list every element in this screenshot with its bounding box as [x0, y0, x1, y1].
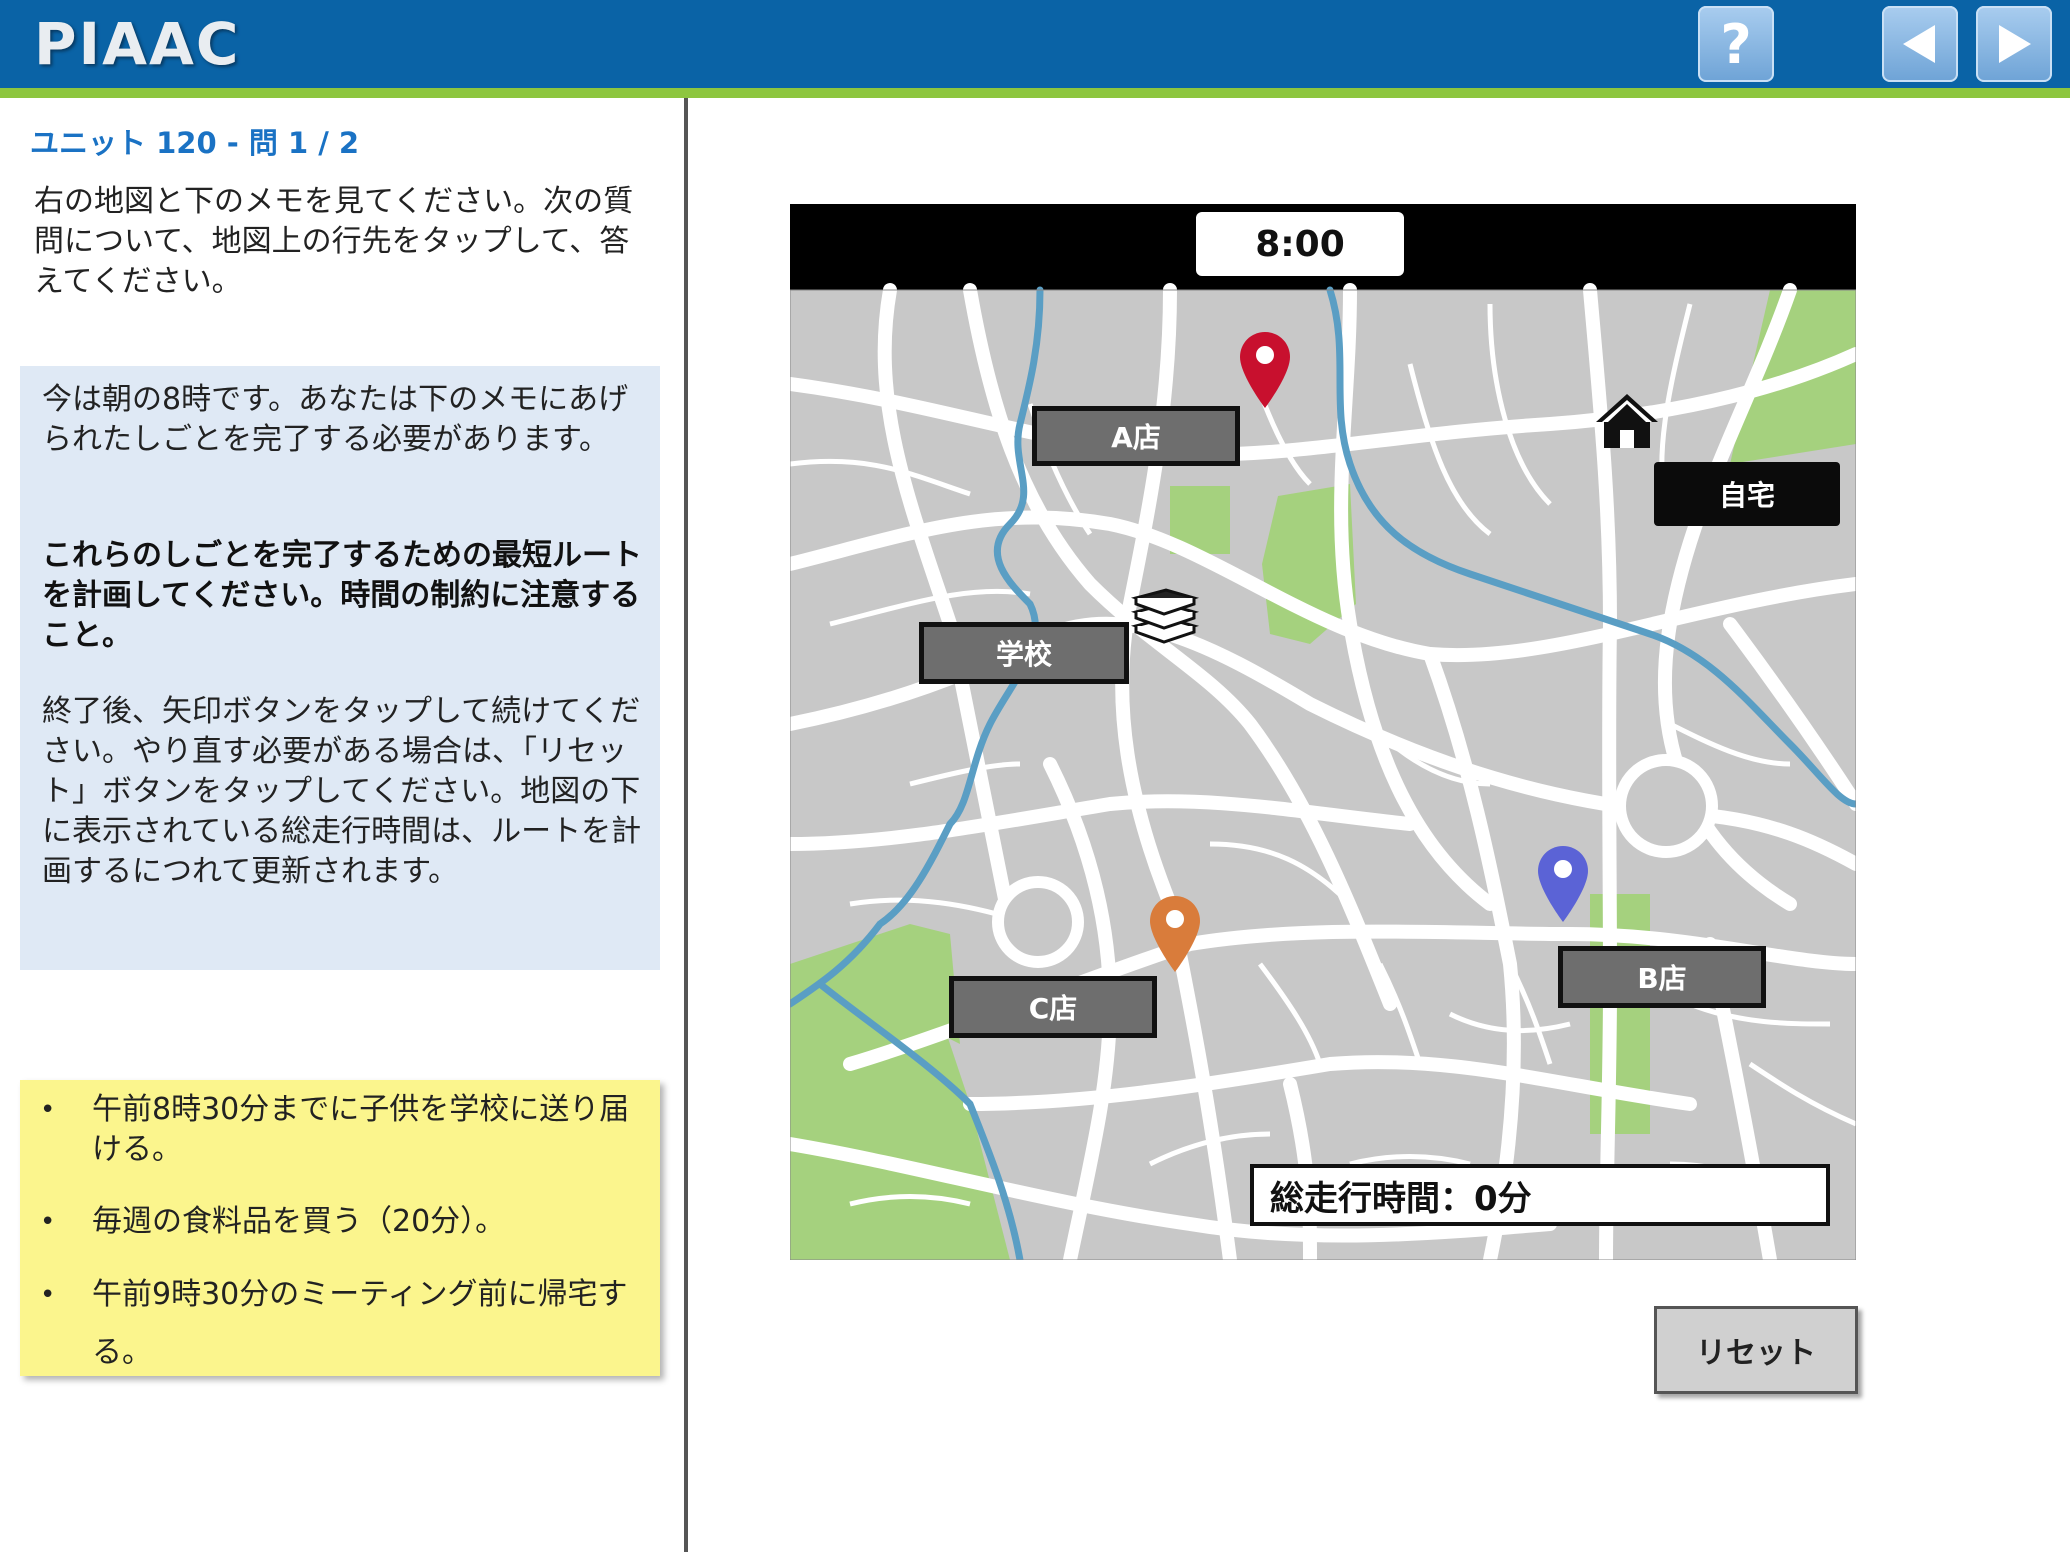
task-paragraph-2: これらのしごとを完了するための最短ルートを計画してください。時間の制約に注意する… — [42, 538, 642, 653]
unit-title: ユニット 120 - 問 1 / 2 — [30, 126, 360, 160]
panel-divider — [684, 98, 688, 1552]
city-map[interactable] — [790, 204, 1856, 1260]
store-a-pin-icon[interactable] — [1238, 330, 1292, 410]
memo-item-text: 毎週の食料品を買う（20分）。 — [92, 1204, 506, 1239]
header-bar: PIAAC ? — [0, 0, 2070, 88]
help-icon: ? — [1720, 12, 1752, 76]
map-clock: 8:00 — [1196, 212, 1404, 276]
next-arrow-icon — [1999, 25, 2031, 63]
store-c-pin-icon[interactable] — [1148, 894, 1202, 974]
instruction-text: 右の地図と下のメモを見てください。次の質問について、地図上の行先をタップして、答… — [34, 184, 634, 299]
bullet-icon: • — [40, 1095, 56, 1125]
store-a-label[interactable]: A店 — [1032, 406, 1240, 466]
task-paragraph-3: 終了後、矢印ボタンをタップして続けてください。やり直す必要がある場合は、「リセッ… — [42, 694, 642, 889]
back-arrow-icon — [1903, 25, 1935, 63]
bullet-icon: • — [40, 1280, 56, 1310]
next-button[interactable] — [1976, 6, 2052, 82]
header-accent-strip — [0, 88, 2070, 98]
house-icon[interactable] — [1594, 392, 1660, 450]
school-label[interactable]: 学校 — [919, 622, 1129, 684]
books-icon[interactable] — [1130, 580, 1200, 644]
store-b-pin-icon[interactable] — [1536, 844, 1590, 924]
memo-item-text: 午前9時30分のミーティング前に帰宅する。 — [92, 1277, 628, 1370]
total-travel-time: 総走行時間：0分 — [1250, 1164, 1830, 1226]
reset-button[interactable]: リセット — [1654, 1306, 1858, 1394]
home-label[interactable]: 自宅 — [1654, 462, 1840, 526]
bullet-icon: • — [40, 1207, 56, 1237]
task-paragraph-1: 今は朝の8時です。あなたは下のメモにあげられたしごとを完了する必要があります。 — [42, 382, 629, 457]
map-background — [790, 204, 1856, 1260]
back-button[interactable] — [1882, 6, 1958, 82]
store-c-label[interactable]: C店 — [949, 976, 1157, 1038]
task-box: 今は朝の8時です。あなたは下のメモにあげられたしごとを完了する必要があります。 … — [20, 366, 660, 970]
app-logo: PIAAC — [34, 10, 241, 78]
help-button[interactable]: ? — [1698, 6, 1774, 82]
store-b-label[interactable]: B店 — [1558, 946, 1766, 1008]
memo-item-text: 午前8時30分までに子供を学校に送り届ける。 — [92, 1092, 630, 1167]
memo-note: • 午前8時30分までに子供を学校に送り届ける。 • 毎週の食料品を買う（20分… — [20, 1080, 660, 1376]
